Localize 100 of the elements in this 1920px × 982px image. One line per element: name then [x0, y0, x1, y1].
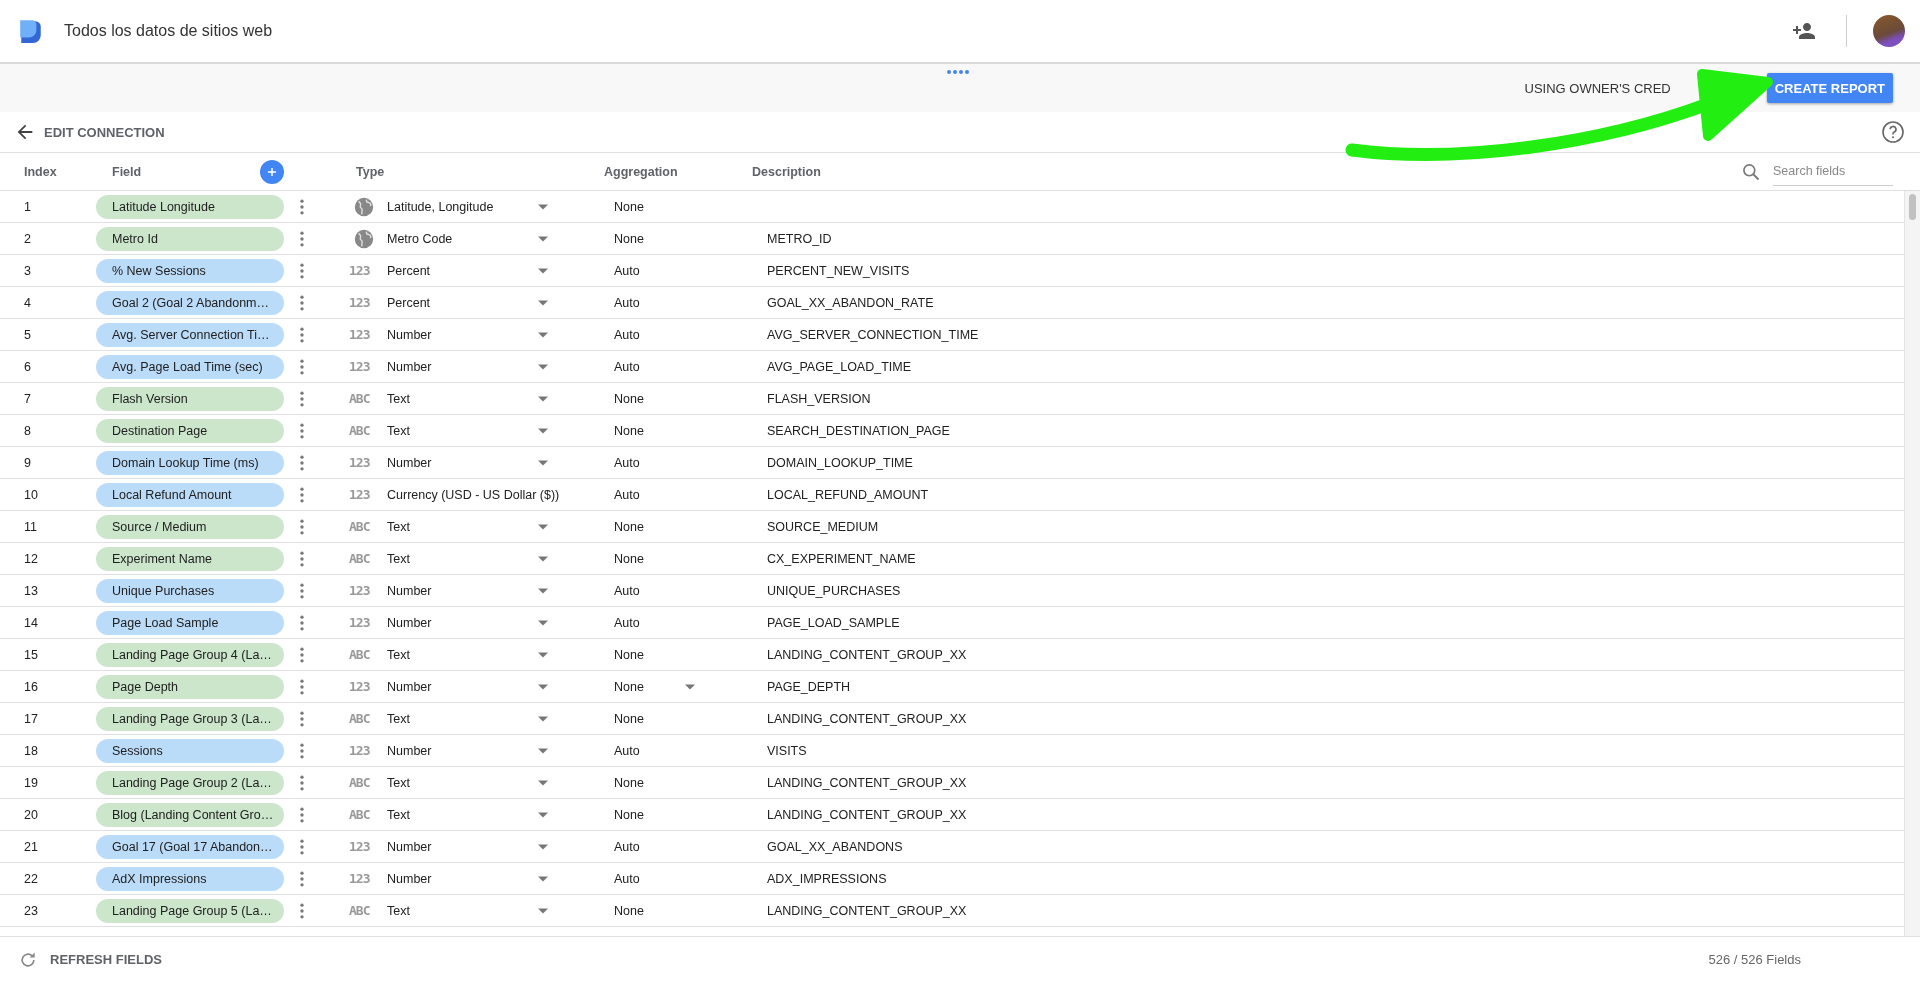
type-cell[interactable]: Number: [387, 455, 527, 470]
avatar[interactable]: [1873, 15, 1905, 47]
description-cell-text: METRO_ID: [766, 231, 832, 246]
aggregation-cell[interactable]: Auto: [614, 839, 680, 854]
aggregation-cell[interactable]: Auto: [614, 263, 680, 278]
aggregation-cell[interactable]: Auto: [614, 743, 680, 758]
type-cell[interactable]: Number: [387, 679, 527, 694]
field-chip[interactable]: Metro Id: [96, 226, 284, 251]
aggregation-cell[interactable]: None: [614, 391, 680, 406]
aggregation-cell[interactable]: Auto: [614, 487, 680, 502]
refresh-fields-button[interactable]: REFRESH FIELDS: [50, 952, 162, 967]
index-cell-text: 11: [23, 519, 38, 534]
type-cell[interactable]: Text: [387, 647, 527, 662]
edit-connection-label[interactable]: EDIT CONNECTION: [44, 124, 1881, 140]
type-cell[interactable]: Number: [387, 359, 527, 374]
type-icon: 123: [349, 679, 375, 694]
type-icon: 123: [349, 359, 375, 374]
field-chip[interactable]: AdX Impressions: [96, 866, 284, 891]
field-chip[interactable]: Domain Lookup Time (ms): [96, 450, 284, 475]
aggregation-cell[interactable]: Auto: [614, 295, 680, 310]
field-chip[interactable]: Landing Page Group 3 (La…: [96, 706, 284, 731]
type-icon: 123: [349, 583, 375, 598]
description-cell-text: DOMAIN_LOOKUP_TIME: [766, 455, 913, 470]
field-chip[interactable]: Local Refund Amount: [96, 482, 284, 507]
help-icon[interactable]: [1881, 120, 1905, 144]
description-cell-text: GOAL_XX_ABANDONS: [766, 839, 903, 854]
aggregation-cell[interactable]: None: [614, 231, 680, 246]
aggregation-cell[interactable]: None: [614, 423, 680, 438]
aggregation-cell[interactable]: Auto: [614, 327, 680, 342]
type-cell[interactable]: Number: [387, 743, 527, 758]
index-cell-text: 22: [23, 871, 39, 886]
field-chip[interactable]: Sessions: [96, 738, 284, 763]
aggregation-cell[interactable]: None: [614, 551, 680, 566]
description-cell-text: PAGE_LOAD_SAMPLE: [766, 615, 900, 630]
type-cell[interactable]: Text: [387, 423, 527, 438]
field-chip[interactable]: Page Load Sample: [96, 610, 284, 635]
field-chip[interactable]: Experiment Name: [96, 546, 284, 571]
aggregation-cell[interactable]: Auto: [614, 455, 680, 470]
type-cell[interactable]: Number: [387, 615, 527, 630]
type-icon: ABC: [349, 711, 375, 726]
description-cell-text: SEARCH_DESTINATION_PAGE: [766, 423, 950, 438]
field-chip[interactable]: Blog (Landing Content Gro…: [96, 802, 284, 827]
description-cell-text: SOURCE_MEDIUM: [766, 519, 879, 534]
aggregation-cell[interactable]: Auto: [614, 615, 680, 630]
field-chip[interactable]: Landing Page Group 2 (La…: [96, 770, 284, 795]
scrollbar[interactable]: [1904, 191, 1920, 936]
index-cell-text: 8: [23, 423, 32, 438]
type-cell[interactable]: Percent: [387, 263, 527, 278]
field-chip[interactable]: Goal 17 (Goal 17 Abandon…: [96, 834, 284, 859]
index-cell-text: 15: [23, 647, 39, 662]
aggregation-cell[interactable]: None: [614, 519, 680, 534]
aggregation-cell[interactable]: None: [614, 199, 680, 214]
field-chip[interactable]: Source / Medium: [96, 514, 284, 539]
type-cell[interactable]: Text: [387, 775, 527, 790]
aggregation-cell[interactable]: Auto: [614, 359, 680, 374]
drag-handle[interactable]: [946, 68, 970, 76]
globe-icon: [353, 195, 375, 218]
field-chip[interactable]: Goal 2 (Goal 2 Abandonm…: [96, 290, 284, 315]
type-cell[interactable]: Currency (USD - US Dollar ($)): [387, 487, 607, 502]
report-title: Todos los datos de sitios web: [64, 22, 274, 40]
aggregation-cell[interactable]: None: [614, 647, 680, 662]
add-field-button[interactable]: [260, 159, 284, 184]
type-cell[interactable]: Text: [387, 551, 527, 566]
index-cell-text: 6: [23, 359, 32, 374]
field-chip[interactable]: % New Sessions: [96, 258, 284, 283]
logo-icon[interactable]: [18, 18, 44, 44]
aggregation-cell[interactable]: Auto: [614, 583, 680, 598]
type-cell[interactable]: Number: [387, 583, 527, 598]
field-chip[interactable]: Unique Purchases: [96, 578, 284, 603]
type-cell[interactable]: Text: [387, 519, 527, 534]
type-cell[interactable]: Number: [387, 839, 527, 854]
type-cell[interactable]: Number: [387, 871, 527, 886]
aggregation-cell[interactable]: Auto: [614, 871, 680, 886]
aggregation-cell[interactable]: None: [614, 903, 680, 918]
field-chip[interactable]: Destination Page: [96, 418, 284, 443]
field-chip[interactable]: Landing Page Group 5 (La…: [96, 898, 284, 923]
field-chip[interactable]: Avg. Page Load Time (sec): [96, 354, 284, 379]
field-chip[interactable]: Landing Page Group 4 (La…: [96, 642, 284, 667]
aggregation-cell[interactable]: None: [614, 679, 680, 694]
type-cell[interactable]: Latitude, Longitude: [387, 199, 527, 214]
aggregation-cell[interactable]: None: [614, 807, 680, 822]
aggregation-cell[interactable]: None: [614, 775, 680, 790]
field-chip[interactable]: Flash Version: [96, 386, 284, 411]
type-cell[interactable]: Text: [387, 807, 527, 822]
type-cell[interactable]: Text: [387, 903, 527, 918]
type-cell[interactable]: Number: [387, 327, 527, 342]
description-cell-text: ADX_IMPRESSIONS: [766, 871, 887, 886]
field-chip[interactable]: Latitude Longitude: [96, 194, 284, 219]
column-header: Field: [112, 164, 143, 179]
create-report-button[interactable]: CREATE REPORT: [1766, 73, 1893, 103]
field-chip[interactable]: Page Depth: [96, 674, 284, 699]
search-field[interactable]: Search fields: [1773, 157, 1893, 186]
type-icon: 123: [349, 327, 375, 342]
type-cell[interactable]: Metro Code: [387, 231, 527, 246]
type-cell[interactable]: Percent: [387, 295, 527, 310]
type-cell[interactable]: Text: [387, 711, 527, 726]
description-cell-text: PERCENT_NEW_VISITS: [766, 263, 910, 278]
aggregation-cell[interactable]: None: [614, 711, 680, 726]
type-cell[interactable]: Text: [387, 391, 527, 406]
field-chip[interactable]: Avg. Server Connection Ti…: [96, 322, 284, 347]
